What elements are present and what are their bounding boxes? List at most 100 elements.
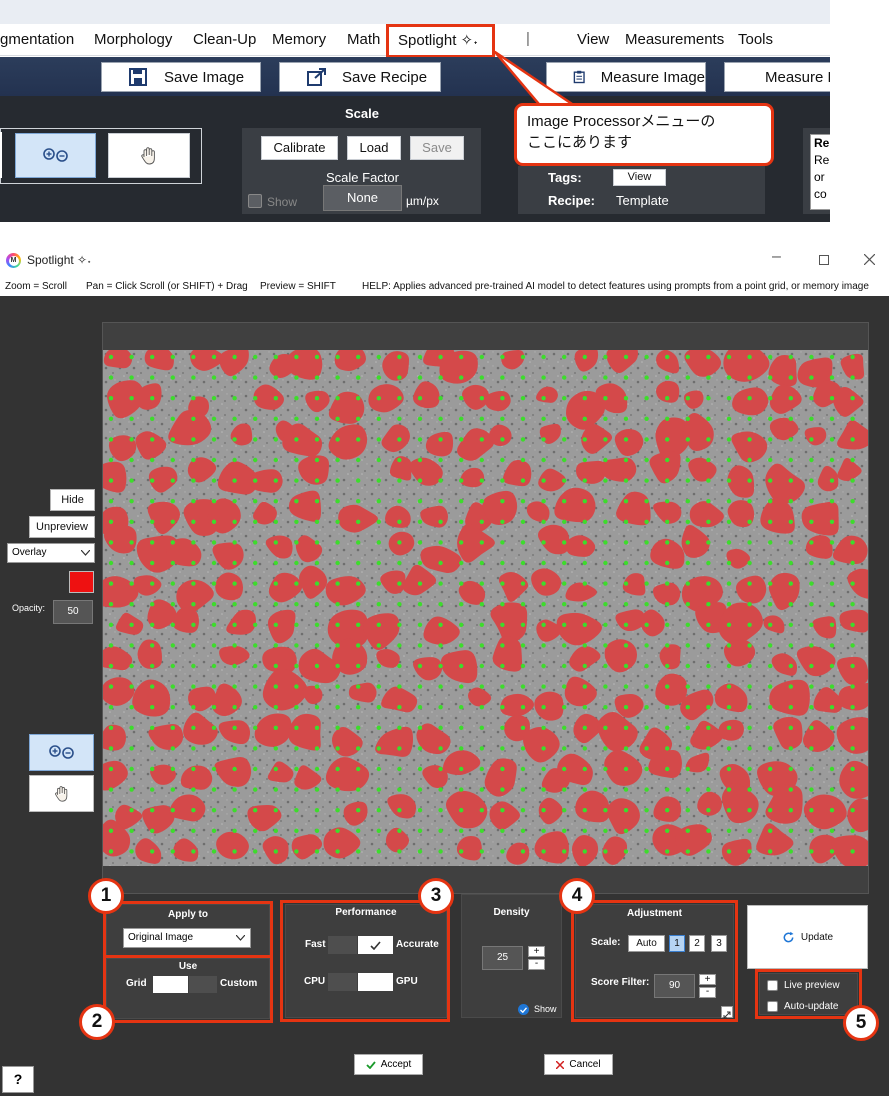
grid-point: [582, 375, 587, 380]
grid-point: [232, 828, 237, 833]
grid-point: [541, 375, 546, 380]
grid-point: [335, 519, 340, 524]
grid-point: [479, 437, 484, 442]
load-button[interactable]: Load: [347, 136, 401, 160]
grid-point: [108, 478, 114, 483]
density-decrement[interactable]: -: [528, 959, 545, 970]
unpreview-button[interactable]: Unpreview: [29, 516, 95, 538]
window-titlebar: M Spotlight ✧˖ –: [0, 246, 889, 276]
grid-point: [829, 828, 835, 833]
density-increment[interactable]: +: [528, 946, 545, 957]
report-line: co: [814, 187, 827, 201]
grid-point: [314, 519, 320, 524]
grid-point: [129, 663, 134, 669]
grid-point: [520, 808, 526, 813]
help-button[interactable]: ?: [2, 1066, 34, 1093]
preview-image[interactable]: [103, 350, 868, 866]
grid-point: [562, 602, 567, 607]
grid-point: [170, 725, 175, 730]
close-icon[interactable]: [864, 254, 875, 265]
zoom-tool-button[interactable]: [15, 133, 96, 178]
maximize-icon[interactable]: [819, 255, 829, 265]
density-input[interactable]: 25: [482, 946, 523, 970]
grid-point: [665, 684, 670, 689]
grid-point: [562, 416, 567, 421]
grid-point: [253, 457, 258, 463]
save-image-button[interactable]: Save Image: [101, 62, 261, 92]
grid-point: [397, 581, 402, 586]
grid-point: [273, 705, 278, 710]
grid-point: [335, 787, 340, 792]
grid-point: [253, 416, 258, 421]
grid-point: [417, 766, 423, 772]
menu-morphology[interactable]: Morphology: [94, 31, 172, 48]
show-grid-checkbox[interactable]: [518, 1004, 529, 1015]
show-scale-checkbox[interactable]: [248, 194, 262, 208]
grid-point: [768, 684, 773, 689]
grid-point: [788, 828, 793, 833]
grid-point: [211, 437, 217, 442]
menu-cleanup[interactable]: Clean-Up: [193, 31, 256, 48]
grid-point: [273, 499, 278, 504]
grid-point: [850, 375, 855, 380]
grid-point: [211, 457, 217, 463]
grid-point: [314, 849, 320, 854]
pan-tool-button[interactable]: [29, 775, 94, 812]
scale-factor-value[interactable]: None: [323, 185, 402, 211]
hide-button[interactable]: Hide: [50, 489, 95, 511]
measure-features-button[interactable]: Measure F: [724, 62, 830, 92]
grid-point: [788, 725, 793, 730]
grid-point: [747, 684, 752, 689]
grid-point: [397, 519, 402, 524]
hand-icon: [141, 146, 155, 164]
grid-point: [582, 519, 587, 524]
save-scale-button[interactable]: Save: [410, 136, 464, 160]
menu-segmentation[interactable]: gmentation: [0, 31, 74, 48]
grid-point: [788, 684, 793, 689]
grid-point: [438, 705, 443, 710]
grid-point: [665, 643, 670, 648]
grid-point: [850, 684, 855, 689]
menu-view[interactable]: View: [577, 31, 609, 48]
grid-point: [623, 684, 629, 689]
grid-point: [623, 849, 629, 854]
save-recipe-button[interactable]: Save Recipe: [279, 62, 441, 92]
grid-point: [562, 663, 567, 669]
grid-point: [726, 457, 732, 463]
menu-measurements[interactable]: Measurements: [625, 31, 724, 48]
grid-point: [788, 808, 793, 813]
calibrate-button[interactable]: Calibrate: [261, 136, 338, 160]
accept-button[interactable]: Accept: [354, 1054, 423, 1075]
update-button[interactable]: Update: [747, 905, 868, 969]
zoom-tool-button[interactable]: [29, 734, 94, 771]
grid-point: [253, 849, 258, 854]
overlay-select[interactable]: Overlay: [7, 543, 95, 563]
grid-point: [397, 540, 402, 545]
grid-point: [726, 519, 732, 524]
grid-point: [520, 684, 526, 689]
menu-memory[interactable]: Memory: [272, 31, 326, 48]
grid-point: [376, 375, 381, 380]
grid-point: [623, 416, 629, 421]
grid-point: [706, 602, 711, 607]
overlay-color-swatch[interactable]: [69, 571, 94, 593]
grid-point: [788, 622, 793, 627]
grid-point: [541, 457, 546, 463]
grid-point: [211, 581, 217, 586]
grid-point: [644, 375, 649, 380]
grid-point: [479, 705, 484, 710]
pan-tool-button[interactable]: [108, 133, 190, 178]
grid-point: [417, 746, 423, 751]
grid-point: [623, 437, 629, 442]
grid-point: [829, 437, 835, 442]
opacity-input[interactable]: 50: [53, 600, 93, 624]
minimize-icon[interactable]: –: [772, 248, 781, 266]
menu-tools[interactable]: Tools: [738, 31, 773, 48]
grid-point: [665, 602, 670, 607]
grid-point: [788, 766, 793, 772]
menu-math[interactable]: Math: [347, 31, 380, 48]
cancel-button[interactable]: Cancel: [544, 1054, 613, 1075]
tags-view-button[interactable]: View: [613, 169, 666, 186]
grid-point: [273, 828, 278, 833]
grid-point: [129, 602, 134, 607]
